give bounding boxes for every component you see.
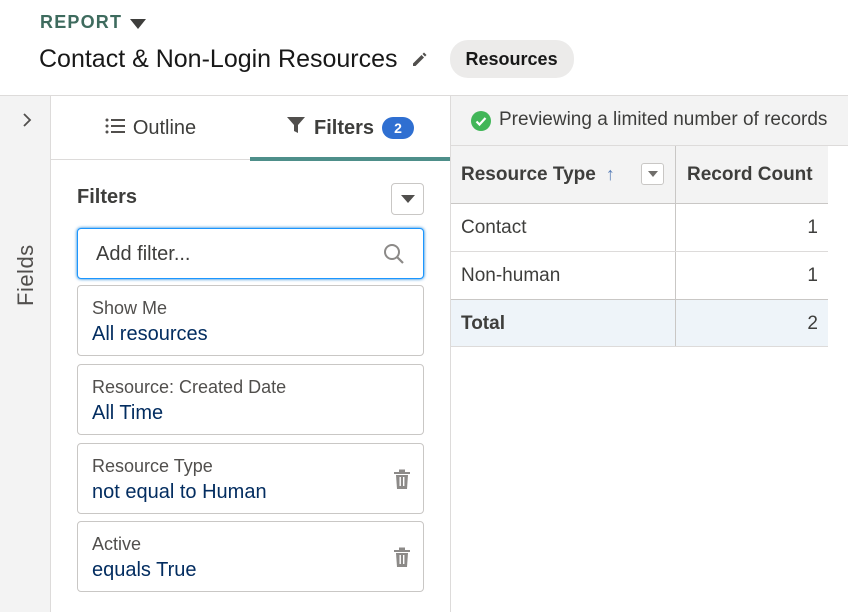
total-label: Total bbox=[461, 313, 505, 334]
filter-value: All Time bbox=[92, 402, 164, 424]
list-icon bbox=[105, 117, 125, 140]
report-header: REPORT Contact & Non-Login Resources Res… bbox=[0, 0, 848, 96]
column-header-label: Record Count bbox=[687, 163, 813, 185]
add-filter-input[interactable] bbox=[96, 239, 376, 269]
chevron-right-icon[interactable] bbox=[19, 112, 35, 128]
total-count: 2 bbox=[807, 313, 818, 334]
filter-label: Active bbox=[92, 534, 142, 554]
sort-ascending-icon[interactable]: ↑ bbox=[606, 164, 615, 185]
fields-rail-label: Fields bbox=[13, 244, 38, 306]
filter-label: Resource Type bbox=[92, 456, 213, 476]
trash-icon[interactable] bbox=[391, 468, 413, 490]
search-icon bbox=[383, 243, 405, 265]
report-type-label: REPORT bbox=[40, 12, 123, 32]
add-filter-field[interactable] bbox=[77, 228, 424, 279]
table-total-row: Total 2 bbox=[451, 299, 828, 347]
chevron-down-icon[interactable] bbox=[130, 18, 147, 29]
filter-card-show-me[interactable]: Show Me All resources bbox=[77, 285, 424, 356]
filter-value: equals True bbox=[92, 559, 197, 581]
report-object-badge: Resources bbox=[449, 40, 574, 78]
filters-menu-button[interactable] bbox=[391, 183, 424, 215]
tab-outline[interactable]: Outline bbox=[51, 96, 250, 160]
pencil-icon[interactable] bbox=[410, 49, 430, 69]
trash-icon[interactable] bbox=[391, 546, 413, 568]
cell-record-count: 1 bbox=[807, 217, 818, 238]
filter-value: not equal to Human bbox=[92, 481, 267, 503]
column-header-label: Resource Type bbox=[461, 163, 596, 185]
filter-label: Resource: Created Date bbox=[92, 377, 287, 397]
table-row: Non-human 1 bbox=[451, 252, 828, 300]
cell-record-count: 1 bbox=[807, 265, 818, 286]
success-check-icon bbox=[471, 111, 491, 131]
fields-rail[interactable]: Fields bbox=[0, 96, 51, 612]
report-title: Contact & Non-Login Resources bbox=[39, 44, 398, 73]
filters-heading: Filters bbox=[77, 186, 138, 208]
preview-banner: Previewing a limited number of records bbox=[451, 96, 848, 146]
filter-card-created-date[interactable]: Resource: Created Date All Time bbox=[77, 364, 424, 435]
tab-filters-label: Filters bbox=[313, 116, 375, 139]
filters-count-badge: 2 bbox=[382, 117, 415, 139]
table-row: Contact 1 bbox=[451, 204, 828, 252]
chevron-down-icon bbox=[647, 171, 658, 177]
filter-value: All resources bbox=[92, 323, 208, 345]
title-row: Contact & Non-Login Resources Resources bbox=[39, 40, 574, 78]
column-divider bbox=[675, 300, 676, 346]
report-type-switcher[interactable]: REPORT bbox=[40, 12, 147, 33]
chevron-down-icon bbox=[400, 195, 415, 203]
column-header-record-count[interactable]: Record Count bbox=[675, 146, 828, 204]
column-divider bbox=[675, 252, 676, 299]
filter-card-resource-type[interactable]: Resource Type not equal to Human bbox=[77, 443, 424, 514]
cell-resource-type: Non-human bbox=[461, 265, 561, 286]
left-panel: Outline Filters 2 Filters Show Me All re… bbox=[51, 96, 451, 612]
tab-outline-label: Outline bbox=[132, 116, 197, 139]
filter-label: Show Me bbox=[92, 298, 168, 318]
tab-filters[interactable]: Filters 2 bbox=[250, 96, 450, 161]
filter-card-active[interactable]: Active equals True bbox=[77, 521, 424, 592]
funnel-icon bbox=[286, 115, 306, 141]
column-menu-button[interactable] bbox=[641, 163, 664, 185]
cell-resource-type: Contact bbox=[461, 217, 527, 238]
preview-message: Previewing a limited number of records bbox=[499, 109, 828, 130]
panel-tabs: Outline Filters 2 bbox=[51, 96, 450, 161]
column-divider bbox=[675, 204, 676, 251]
